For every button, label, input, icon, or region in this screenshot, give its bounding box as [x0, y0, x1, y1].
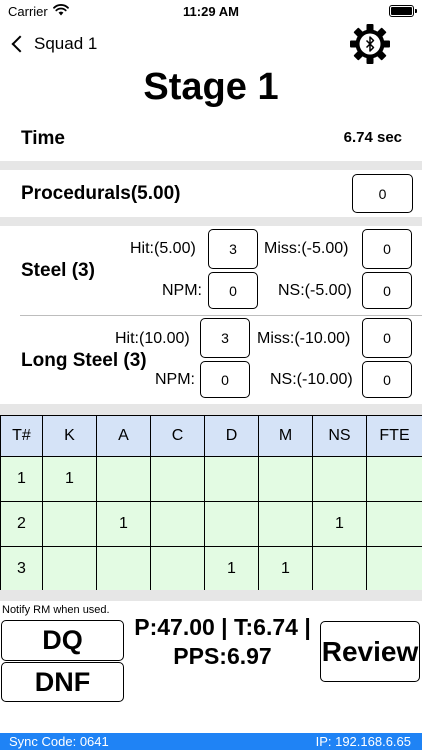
score-cell[interactable]: [366, 501, 422, 547]
score-cell[interactable]: 1: [96, 501, 151, 547]
review-button[interactable]: Review: [320, 621, 420, 682]
target-number-cell: 3: [0, 546, 43, 591]
nav-bar: Squad 1: [0, 24, 422, 64]
back-label: Squad 1: [34, 34, 98, 53]
target-number-cell: 2: [0, 501, 43, 547]
time-value: 6.74 sec: [343, 129, 402, 146]
steel-miss-label: Miss:(-5.00): [264, 240, 349, 257]
section-divider: [0, 161, 422, 170]
steel-npm-label: NPM:: [162, 282, 202, 299]
score-cell[interactable]: [42, 501, 97, 547]
steel-ns-label: NS:(-5.00): [278, 282, 352, 299]
long-steel-npm-label: NPM:: [155, 371, 195, 388]
steel-hit-label: Hit:(5.00): [130, 240, 196, 257]
long-steel-ns-label: NS:(-10.00): [270, 371, 353, 388]
score-cell[interactable]: [150, 456, 205, 502]
long-steel-ns-field[interactable]: 0: [362, 361, 412, 398]
long-steel-miss-field[interactable]: 0: [362, 318, 412, 358]
sync-footer: Sync Code: 0641 IP: 192.168.6.65: [0, 733, 422, 750]
score-cell[interactable]: [42, 546, 97, 591]
score-cell[interactable]: 1: [204, 546, 259, 591]
section-divider: [0, 590, 422, 601]
column-header: D: [204, 415, 259, 457]
dq-button[interactable]: DQ: [1, 620, 124, 661]
score-cell[interactable]: [258, 501, 313, 547]
target-number-cell: 1: [0, 456, 43, 502]
table-row: 2 1 1: [0, 501, 422, 547]
procedurals-label: Procedurals(5.00): [21, 183, 181, 204]
time-label: Time: [21, 128, 66, 149]
table-header-row: T# K A C D M NS FTE: [0, 415, 422, 457]
steel-hit-field[interactable]: 3: [208, 229, 258, 269]
bluetooth-gear-icon[interactable]: [348, 24, 392, 64]
summary-line-1: P:47.00 | T:6.74 |: [134, 614, 311, 640]
table-row: 1 1: [0, 456, 422, 502]
column-header: T#: [0, 415, 43, 457]
long-steel-hit-field[interactable]: 3: [200, 318, 250, 358]
score-cell[interactable]: [366, 546, 422, 591]
score-cell[interactable]: [204, 456, 259, 502]
status-bar: Carrier 11:29 AM: [0, 0, 422, 24]
score-cell[interactable]: [312, 456, 367, 502]
column-header: A: [96, 415, 151, 457]
steel-ns-field[interactable]: 0: [362, 272, 412, 309]
score-cell[interactable]: [258, 456, 313, 502]
score-cell[interactable]: 1: [258, 546, 313, 591]
steel-npm-field[interactable]: 0: [208, 272, 258, 309]
row-divider: [20, 315, 422, 316]
chevron-left-icon: [11, 35, 29, 53]
dnf-button[interactable]: DNF: [1, 662, 124, 702]
score-cell[interactable]: [96, 456, 151, 502]
long-steel-hit-label: Hit:(10.00): [115, 330, 190, 347]
status-time: 11:29 AM: [183, 4, 239, 19]
score-cell[interactable]: [204, 501, 259, 547]
score-cell[interactable]: 1: [312, 501, 367, 547]
score-cell[interactable]: [96, 546, 151, 591]
long-steel-npm-field[interactable]: 0: [200, 361, 250, 398]
score-cell[interactable]: [366, 456, 422, 502]
long-steel-label: Long Steel (3): [21, 350, 147, 371]
column-header: FTE: [366, 415, 422, 457]
sync-code: Sync Code: 0641: [9, 734, 109, 749]
score-cell[interactable]: [312, 546, 367, 591]
table-row: 3 1 1: [0, 546, 422, 591]
stage-title: Stage 1: [143, 66, 279, 108]
column-header: K: [42, 415, 97, 457]
procedurals-field[interactable]: 0: [352, 174, 413, 213]
long-steel-miss-label: Miss:(-10.00): [257, 330, 351, 347]
battery-icon: [389, 5, 417, 17]
column-header: C: [150, 415, 205, 457]
score-cell[interactable]: [150, 501, 205, 547]
column-header: M: [258, 415, 313, 457]
notify-label: Notify RM when used.: [2, 604, 110, 616]
back-button[interactable]: Squad 1: [8, 30, 97, 58]
score-table: T# K A C D M NS FTE 1 1 2 1 1 3 1 1: [0, 415, 422, 591]
section-divider: [0, 404, 422, 415]
summary-line-2: PPS:6.97: [173, 643, 272, 669]
steel-miss-field[interactable]: 0: [362, 229, 412, 269]
score-cell[interactable]: 1: [42, 456, 97, 502]
score-cell[interactable]: [150, 546, 205, 591]
ip-address: IP: 192.168.6.65: [315, 734, 411, 749]
steel-label: Steel (3): [21, 260, 95, 281]
section-divider: [0, 217, 422, 226]
column-header: NS: [312, 415, 367, 457]
score-summary: P:47.00 | T:6.74 | PPS:6.97: [126, 613, 319, 671]
